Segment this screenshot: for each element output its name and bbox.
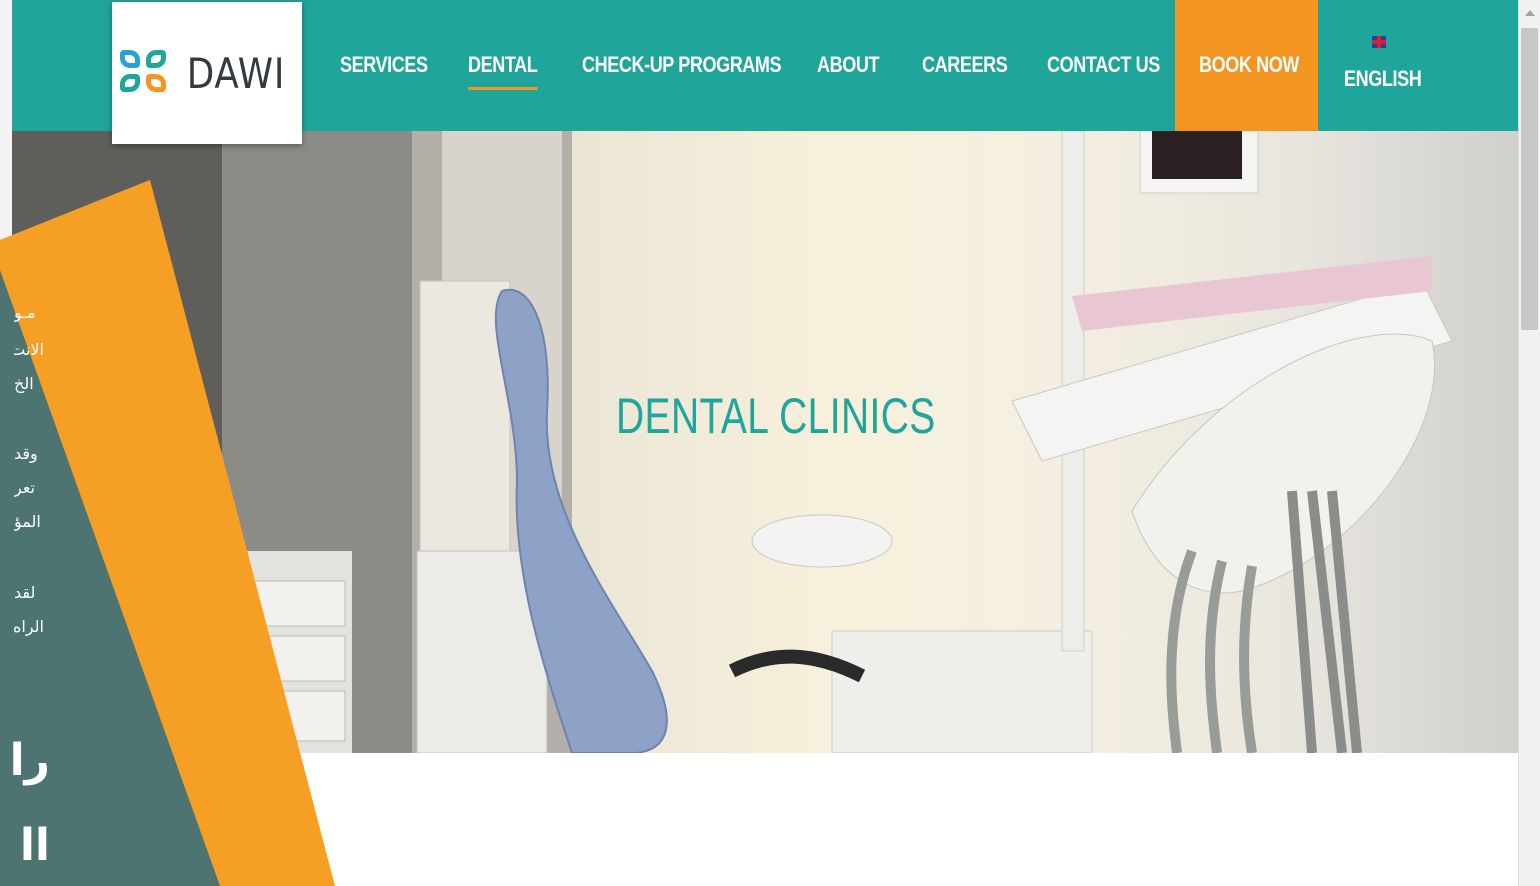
overlay-line-5: تعر xyxy=(14,478,35,497)
overlay-line-4: وقد xyxy=(14,444,38,463)
scroll-thumb[interactable] xyxy=(1521,28,1538,330)
overlay-line-3: الخ xyxy=(14,374,34,393)
uk-flag-icon xyxy=(1372,36,1386,48)
overlay-line-2: الانت xyxy=(14,340,44,359)
logo[interactable]: DAWI xyxy=(112,2,302,144)
overlay-line-6: المؤ xyxy=(14,512,41,531)
scroll-up-arrow-icon[interactable] xyxy=(1525,10,1535,16)
nav-careers[interactable]: CAREERS xyxy=(922,52,1008,78)
overlay-line-1: مـو xyxy=(14,303,36,322)
hero-title: DENTAL CLINICS xyxy=(616,388,936,444)
hero-banner: DENTAL CLINICS xyxy=(12,131,1518,753)
overlay-heading-1: را xyxy=(10,735,50,786)
nav-services[interactable]: SERVICES xyxy=(340,52,428,78)
book-now-label: BOOK NOW xyxy=(1199,52,1299,77)
nav-dental[interactable]: DENTAL xyxy=(468,52,538,90)
nav-about[interactable]: ABOUT xyxy=(817,52,879,78)
overlay-heading-2: اا xyxy=(19,820,50,871)
overlay-line-8: الراه xyxy=(14,617,44,636)
nav-contact-us[interactable]: CONTACT US xyxy=(1047,52,1160,78)
book-now-button[interactable]: BOOK NOW xyxy=(1175,0,1318,131)
logo-mark-icon xyxy=(120,50,170,96)
page-scrollbar[interactable] xyxy=(1518,0,1540,886)
overlay-line-7: لقد xyxy=(14,583,36,602)
language-label: ENGLISH xyxy=(1344,66,1422,91)
page: DAWI SERVICES DENTAL CHECK-UP PROGRAMS A… xyxy=(0,0,1540,886)
nav-check-up-programs[interactable]: CHECK-UP PROGRAMS xyxy=(582,52,782,78)
logo-text: DAWI xyxy=(186,48,286,98)
language-switch[interactable]: ENGLISH xyxy=(1344,36,1424,92)
